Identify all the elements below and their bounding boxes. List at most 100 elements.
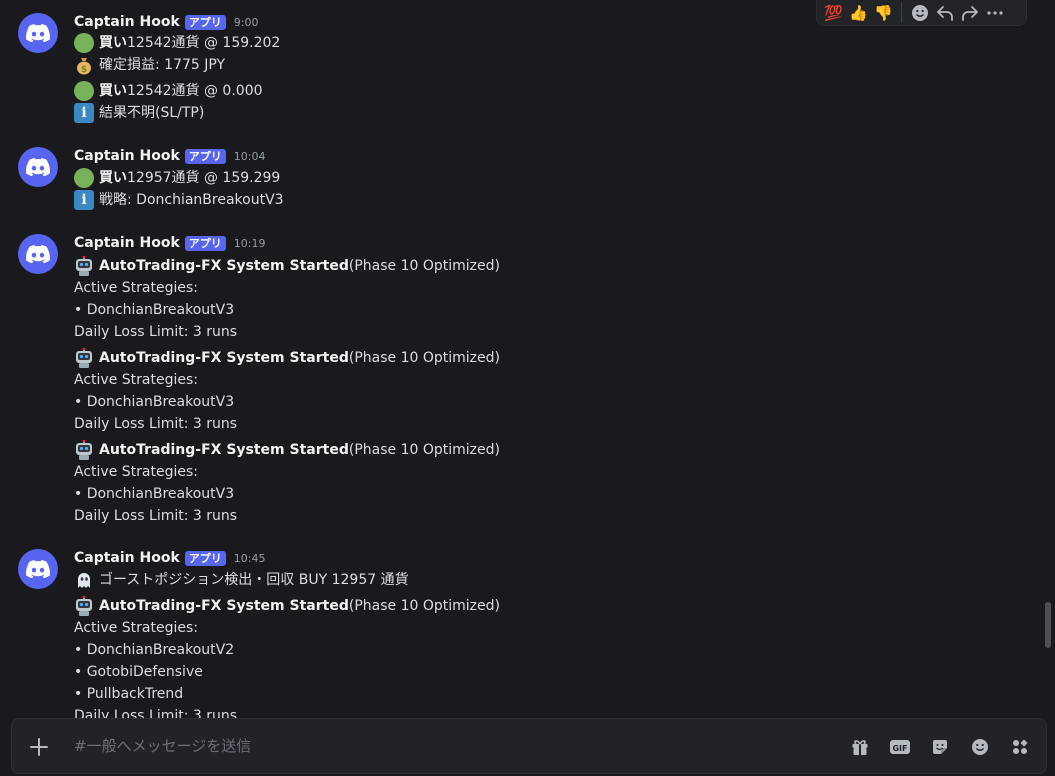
message-line: • DonchianBreakoutV2 (74, 639, 234, 661)
forward-button[interactable] (957, 1, 982, 25)
composer-actions: GIF (848, 735, 1032, 759)
username[interactable]: Captain Hook (74, 148, 180, 164)
message-actions-toolbar: 💯 👍 👎 (816, 0, 1027, 26)
reaction-thumbs-down[interactable]: 👎 (871, 1, 896, 25)
message-bold-text: AutoTrading-FX System Started (99, 350, 349, 366)
app-tag: アプリ (184, 235, 226, 251)
message-line: Active Strategies: (74, 617, 198, 639)
reaction-thumbs-up[interactable]: 👍 (846, 1, 871, 25)
message-line: 買い 12957通貨 @ 159.299 (74, 167, 280, 189)
avatar[interactable] (18, 549, 58, 589)
message-text: 12542通貨 @ 159.202 (127, 35, 281, 51)
message-line: 買い 12542通貨 @ 159.202 (74, 32, 280, 54)
green-circle-icon (74, 168, 94, 188)
apps-icon (1013, 739, 1028, 754)
discord-logo-icon (26, 245, 50, 263)
attach-button[interactable] (27, 735, 51, 759)
timestamp[interactable]: 10:19 (234, 237, 266, 250)
message-line: • DonchianBreakoutV3 (74, 299, 234, 321)
message-list[interactable]: Captain Hook アプリ 9:00 買い 12542通貨 @ 159.2… (0, 0, 1055, 720)
message-text: (Phase 10 Optimized) (348, 258, 500, 274)
avatar[interactable] (18, 13, 58, 53)
svg-text:$: $ (81, 65, 87, 75)
discord-logo-icon (26, 560, 50, 578)
gif-icon: GIF (890, 740, 910, 754)
gif-button[interactable]: GIF (888, 735, 912, 759)
gift-icon (852, 740, 868, 755)
money-bag-icon: $ (74, 55, 94, 75)
message-bold-text: AutoTrading-FX System Started (99, 442, 349, 458)
message-text: • DonchianBreakoutV3 (74, 302, 235, 318)
message-text: • DonchianBreakoutV3 (74, 486, 235, 502)
message-text: ゴーストポジション検出・回収 BUY 12957 通貨 (99, 572, 409, 588)
message-line: AutoTrading-FX System Started (Phase 10 … (74, 439, 500, 461)
message-text: (Phase 10 Optimized) (348, 442, 500, 458)
avatar[interactable] (18, 147, 58, 187)
message-line: AutoTrading-FX System Started (Phase 10 … (74, 347, 500, 369)
more-options-button[interactable] (982, 1, 1007, 25)
timestamp[interactable]: 10:45 (234, 552, 266, 565)
message-line: Daily Loss Limit: 3 runs (74, 413, 237, 435)
message-text: 確定損益: 1775 JPY (99, 57, 226, 73)
message-bold-text: 買い (99, 170, 127, 186)
add-reaction-button[interactable] (907, 1, 932, 25)
robot-icon (74, 255, 94, 276)
svg-text:GIF: GIF (892, 744, 907, 753)
reply-button[interactable] (932, 1, 957, 25)
sticker-button[interactable] (928, 735, 952, 759)
robot-icon (74, 347, 94, 368)
message-text: Active Strategies: (74, 620, 198, 636)
message-line: Active Strategies: (74, 277, 198, 299)
forward-icon (961, 5, 978, 21)
ellipsis-icon (986, 10, 1003, 15)
sticker-icon (933, 740, 947, 754)
message-header: Captain Hook アプリ 9:00 (74, 12, 259, 32)
username[interactable]: Captain Hook (74, 14, 180, 30)
message-line: $ 確定損益: 1775 JPY (74, 54, 225, 76)
avatar[interactable] (18, 234, 58, 274)
message-group: Captain Hook アプリ 10:45 ゴーストポジション検出・回収 BU… (0, 536, 1040, 720)
message-text: Active Strategies: (74, 372, 198, 388)
message-header: Captain Hook アプリ 10:19 (74, 233, 266, 253)
message-text: 結果不明(SL/TP) (99, 105, 205, 121)
hundred-points-icon: 💯 (824, 3, 843, 22)
apps-button[interactable] (1008, 735, 1032, 759)
message-line: Active Strategies: (74, 369, 198, 391)
message-group: Captain Hook アプリ 10:19 AutoTrading-FX Sy… (0, 221, 1040, 531)
green-circle-icon (74, 33, 94, 53)
plus-icon (30, 738, 48, 756)
emoji-button[interactable] (968, 735, 992, 759)
message-line: AutoTrading-FX System Started (Phase 10 … (74, 595, 500, 617)
message-line: Daily Loss Limit: 3 runs (74, 321, 237, 343)
message-line: Active Strategies: (74, 461, 198, 483)
message-text: (Phase 10 Optimized) (348, 350, 500, 366)
message-text: Active Strategies: (74, 464, 198, 480)
message-bold-text: AutoTrading-FX System Started (99, 258, 349, 274)
scrollbar-thumb[interactable] (1045, 602, 1051, 648)
info-icon: i (74, 190, 94, 210)
message-input[interactable] (74, 731, 834, 761)
ghost-icon (74, 570, 94, 590)
thumbs-up-icon: 👍 (849, 3, 868, 22)
message-bold-text: 買い (99, 35, 127, 51)
message-text: 12542通貨 @ 0.000 (127, 83, 263, 99)
message-line: • DonchianBreakoutV3 (74, 391, 234, 413)
app-tag: アプリ (184, 14, 226, 30)
username[interactable]: Captain Hook (74, 550, 180, 566)
message-text: Daily Loss Limit: 3 runs (74, 508, 238, 524)
reaction-100[interactable]: 💯 (821, 1, 846, 25)
message-text: • DonchianBreakoutV2 (74, 642, 235, 658)
message-line: Daily Loss Limit: 3 runs (74, 505, 237, 527)
timestamp[interactable]: 10:04 (234, 150, 266, 163)
username[interactable]: Captain Hook (74, 235, 180, 251)
message-line: 買い 12542通貨 @ 0.000 (74, 80, 263, 102)
message-text: • GotobiDefensive (74, 664, 203, 680)
message-line: • DonchianBreakoutV3 (74, 483, 234, 505)
message-line: ゴーストポジション検出・回収 BUY 12957 通貨 (74, 569, 409, 591)
gift-button[interactable] (848, 735, 872, 759)
message-composer: GIF (11, 718, 1047, 774)
message-text: Daily Loss Limit: 3 runs (74, 416, 238, 432)
message-header: Captain Hook アプリ 10:45 (74, 548, 266, 568)
message-text: 戦略: DonchianBreakoutV3 (99, 192, 284, 208)
timestamp[interactable]: 9:00 (234, 16, 259, 29)
